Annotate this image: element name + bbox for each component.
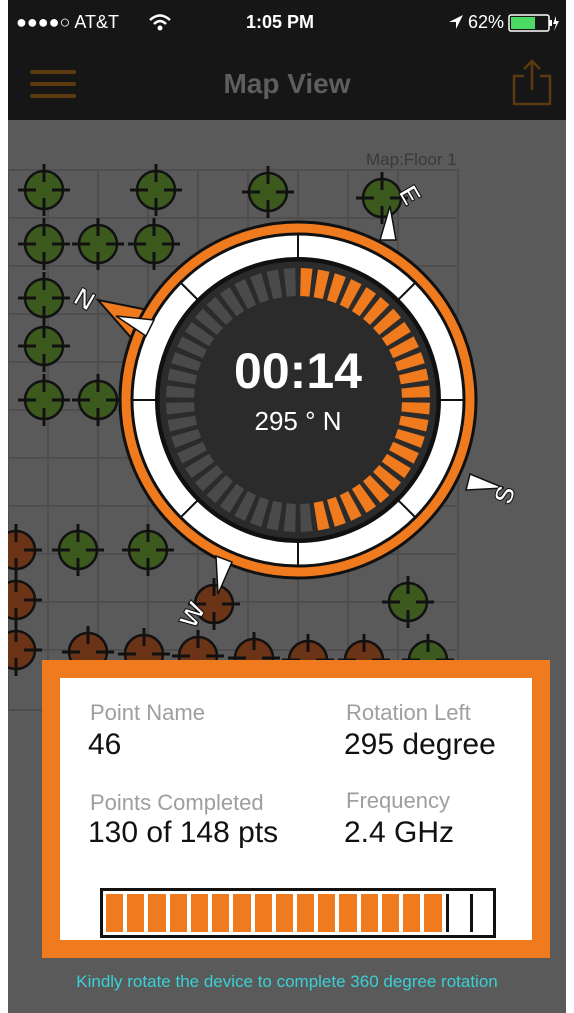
heading-readout: 295 ° N [254,406,341,436]
progress-block-filled [169,894,187,932]
west-needle [215,554,234,595]
compass-dial[interactable]: E S W N 00:14 295 ° N [8,150,566,650]
east-needle [378,205,397,241]
progress-block-filled [212,894,230,932]
progress-block-filled [127,894,145,932]
progress-block-empty [469,894,490,932]
progress-block-filled [275,894,293,932]
progress-block-filled [296,894,315,932]
info-card-body: Point Name 46 Rotation Left 295 degree P… [60,678,532,940]
progress-block-filled [254,894,272,932]
progress-block-filled [360,894,378,932]
west-marker: W [173,596,211,633]
progress-block-filled [190,894,209,932]
point-name-value: 46 [88,728,122,761]
wifi-icon [149,14,171,31]
rotation-left-label: Rotation Left [346,700,471,725]
rotation-left-value: 295 degree [344,728,496,761]
app-screen: ●●●●○ AT&T 1:05 PM 62% Map View Map:Floo… [8,0,566,1013]
battery-icon [508,14,559,32]
progress-block-filled [233,894,251,932]
battery-percent: 62% [468,12,505,32]
frequency-value: 2.4 GHz [344,816,455,849]
share-button[interactable] [510,58,554,106]
clock: 1:05 PM [246,12,315,32]
progress-block-empty [445,894,466,932]
points-completed-label: Points Completed [90,790,264,815]
progress-block-filled [403,894,421,932]
progress-block-filled [339,894,357,932]
navigation-bar: Map View [8,44,566,120]
compass-face [156,258,440,542]
north-marker: N [69,281,100,316]
point-name-label: Point Name [90,700,205,725]
progress-block-filled [381,894,400,932]
share-icon [512,59,552,106]
status-bar: ●●●●○ AT&T 1:05 PM 62% [8,0,566,44]
info-card: Point Name 46 Rotation Left 295 degree P… [42,660,550,958]
location-arrow-icon [449,15,463,29]
rotation-timer: 00:14 [234,343,362,399]
progress-block-filled [318,894,336,932]
points-progress-bar [100,888,496,938]
frequency-label: Frequency [346,788,450,813]
carrier-label: ●●●●○ AT&T [16,12,120,32]
progress-block-filled [424,894,442,932]
page-title: Map View [223,68,351,99]
south-marker: S [487,481,521,508]
progress-block-filled [106,894,124,932]
east-marker: E [393,180,428,210]
rotation-hint: Kindly rotate the device to complete 360… [76,972,498,991]
points-completed-value: 130 of 148 pts [88,816,279,849]
progress-block-filled [148,894,166,932]
